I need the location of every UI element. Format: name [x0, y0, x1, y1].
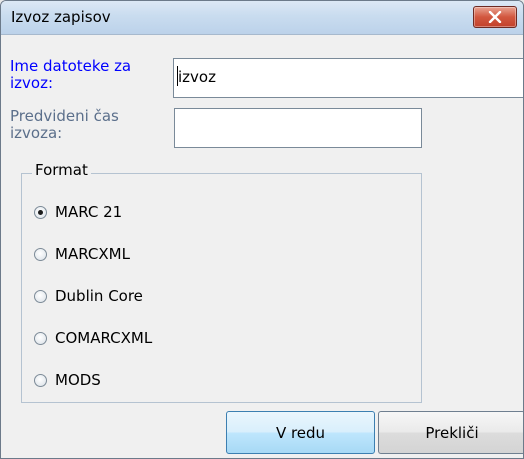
format-legend: Format	[32, 161, 91, 179]
filename-input[interactable]: izvoz	[173, 58, 523, 98]
cancel-button[interactable]: Prekliči	[378, 411, 523, 454]
filename-label-text: Ime datoteke za izvoz:	[10, 57, 132, 92]
radio-label: MARCXML	[55, 245, 130, 263]
time-label-text: Predvideni čas izvoza:	[10, 107, 119, 142]
title-bar: Izvoz zapisov	[1, 1, 523, 35]
export-dialog: Izvoz zapisov Ime datoteke za izvoz: izv…	[0, 0, 524, 459]
radio-label: Dublin Core	[55, 287, 143, 305]
window-title: Izvoz zapisov	[11, 8, 111, 26]
radio-label: MODS	[55, 371, 101, 389]
time-field[interactable]	[174, 108, 422, 148]
radio-button[interactable]	[34, 373, 47, 387]
radio-button[interactable]	[34, 289, 47, 303]
radio-button[interactable]	[34, 205, 47, 219]
time-label: Predvideni čas izvoza:	[10, 108, 170, 142]
close-icon	[488, 11, 502, 23]
radio-button[interactable]	[34, 331, 47, 345]
radio-option-dublin-core[interactable]: Dublin Core	[34, 285, 143, 307]
radio-button[interactable]	[34, 247, 47, 261]
close-button[interactable]	[473, 6, 517, 28]
radio-option-marcxml[interactable]: MARCXML	[34, 243, 130, 265]
radio-option-comarcxml[interactable]: COMARCXML	[34, 327, 152, 349]
ok-button[interactable]: V redu	[226, 411, 375, 454]
radio-option-marc21[interactable]: MARC 21	[34, 201, 122, 223]
radio-option-mods[interactable]: MODS	[34, 369, 101, 391]
radio-label: COMARCXML	[55, 329, 153, 347]
radio-label: MARC 21	[55, 203, 123, 221]
filename-label: Ime datoteke za izvoz:	[10, 58, 170, 92]
filename-value: izvoz	[178, 68, 216, 86]
